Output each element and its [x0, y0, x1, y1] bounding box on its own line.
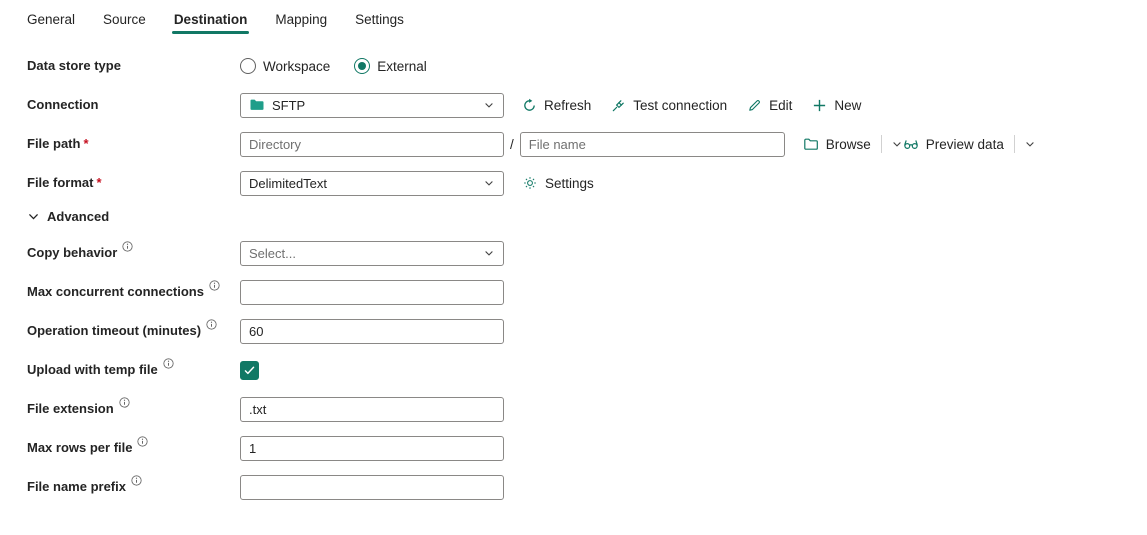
upload-with-temp-file-checkbox[interactable] [240, 361, 259, 380]
plus-icon [812, 98, 827, 113]
chevron-down-icon [483, 247, 495, 259]
copy-behavior-label: Copy behavior [27, 245, 240, 261]
file-name-prefix-input[interactable] [240, 475, 504, 500]
connection-value: SFTP [272, 98, 305, 113]
info-icon[interactable] [131, 475, 142, 486]
advanced-section-toggle[interactable]: Advanced [27, 209, 1147, 224]
info-icon[interactable] [119, 397, 130, 408]
max-concurrent-connections-label: Max concurrent connections [27, 284, 240, 300]
required-marker: * [96, 175, 101, 191]
required-marker: * [83, 136, 88, 152]
file-extension-input[interactable] [240, 397, 504, 422]
radio-workspace[interactable]: Workspace [240, 58, 330, 74]
file-name-prefix-label: File name prefix [27, 479, 240, 495]
checkmark-icon [243, 364, 256, 377]
tab-source[interactable]: Source [101, 8, 148, 37]
refresh-icon [522, 98, 537, 113]
test-connection-icon [611, 98, 626, 113]
copy-behavior-placeholder: Select... [249, 246, 296, 261]
info-icon[interactable] [137, 436, 148, 447]
browse-button[interactable]: Browse [803, 136, 871, 152]
max-concurrent-connections-input[interactable] [240, 280, 504, 305]
row-copy-behavior: Copy behavior Select... [27, 240, 1147, 266]
test-connection-button[interactable]: Test connection [611, 98, 727, 113]
copy-behavior-dropdown[interactable]: Select... [240, 241, 504, 266]
radio-unselected-icon [240, 58, 256, 74]
row-file-path: File path * / Browse [27, 131, 1147, 157]
new-button[interactable]: New [812, 98, 861, 113]
tab-general[interactable]: General [25, 8, 77, 37]
chevron-down-icon [483, 99, 495, 111]
connection-folder-icon [249, 97, 265, 113]
row-upload-with-temp-file: Upload with temp file [27, 357, 1147, 383]
radio-external-label: External [377, 59, 427, 74]
operation-timeout-label: Operation timeout (minutes) [27, 323, 240, 339]
chevron-down-icon [1024, 138, 1036, 150]
radio-workspace-label: Workspace [263, 59, 330, 74]
destination-form: Data store type Workspace External Conne… [0, 37, 1147, 500]
operation-timeout-input[interactable] [240, 319, 504, 344]
connection-dropdown[interactable]: SFTP [240, 93, 504, 118]
format-settings-button[interactable]: Settings [522, 175, 594, 191]
refresh-button[interactable]: Refresh [522, 98, 591, 113]
chevron-down-icon [27, 210, 40, 223]
info-icon[interactable] [163, 358, 174, 369]
data-store-type-label: Data store type [27, 58, 240, 74]
row-max-concurrent-connections: Max concurrent connections [27, 279, 1147, 305]
tab-settings[interactable]: Settings [353, 8, 406, 37]
max-rows-per-file-label: Max rows per file [27, 440, 240, 456]
info-icon[interactable] [206, 319, 217, 330]
directory-input[interactable] [240, 132, 504, 157]
edit-pencil-icon [747, 98, 762, 113]
file-extension-label: File extension [27, 401, 240, 417]
chevron-down-icon [891, 138, 903, 150]
row-file-extension: File extension [27, 396, 1147, 422]
preview-data-button[interactable]: Preview data [903, 136, 1004, 152]
row-file-format: File format * DelimitedText Settings [27, 170, 1147, 196]
settings-gear-icon [522, 175, 538, 191]
max-rows-per-file-input[interactable] [240, 436, 504, 461]
radio-selected-icon [354, 58, 370, 74]
row-data-store-type: Data store type Workspace External [27, 53, 1147, 79]
row-connection: Connection SFTP Refresh [27, 92, 1147, 118]
connection-label: Connection [27, 97, 240, 113]
file-name-input[interactable] [520, 132, 785, 157]
tab-destination[interactable]: Destination [172, 8, 250, 37]
chevron-down-icon [483, 177, 495, 189]
info-icon[interactable] [209, 280, 220, 291]
file-format-label: File format * [27, 175, 240, 191]
radio-external[interactable]: External [354, 58, 427, 74]
preview-menu-chevron[interactable] [1014, 135, 1036, 153]
tab-bar: General Source Destination Mapping Setti… [0, 0, 1147, 37]
folder-icon [803, 136, 819, 152]
file-format-dropdown[interactable]: DelimitedText [240, 171, 504, 196]
info-icon[interactable] [122, 241, 133, 252]
file-format-value: DelimitedText [249, 176, 327, 191]
browse-menu-chevron[interactable] [881, 135, 903, 153]
row-operation-timeout: Operation timeout (minutes) [27, 318, 1147, 344]
tab-mapping[interactable]: Mapping [273, 8, 329, 37]
path-separator: / [510, 137, 514, 152]
edit-button[interactable]: Edit [747, 98, 792, 113]
preview-glasses-icon [903, 136, 919, 152]
row-file-name-prefix: File name prefix [27, 474, 1147, 500]
file-path-label: File path * [27, 136, 240, 152]
row-max-rows-per-file: Max rows per file [27, 435, 1147, 461]
upload-with-temp-file-label: Upload with temp file [27, 362, 240, 378]
